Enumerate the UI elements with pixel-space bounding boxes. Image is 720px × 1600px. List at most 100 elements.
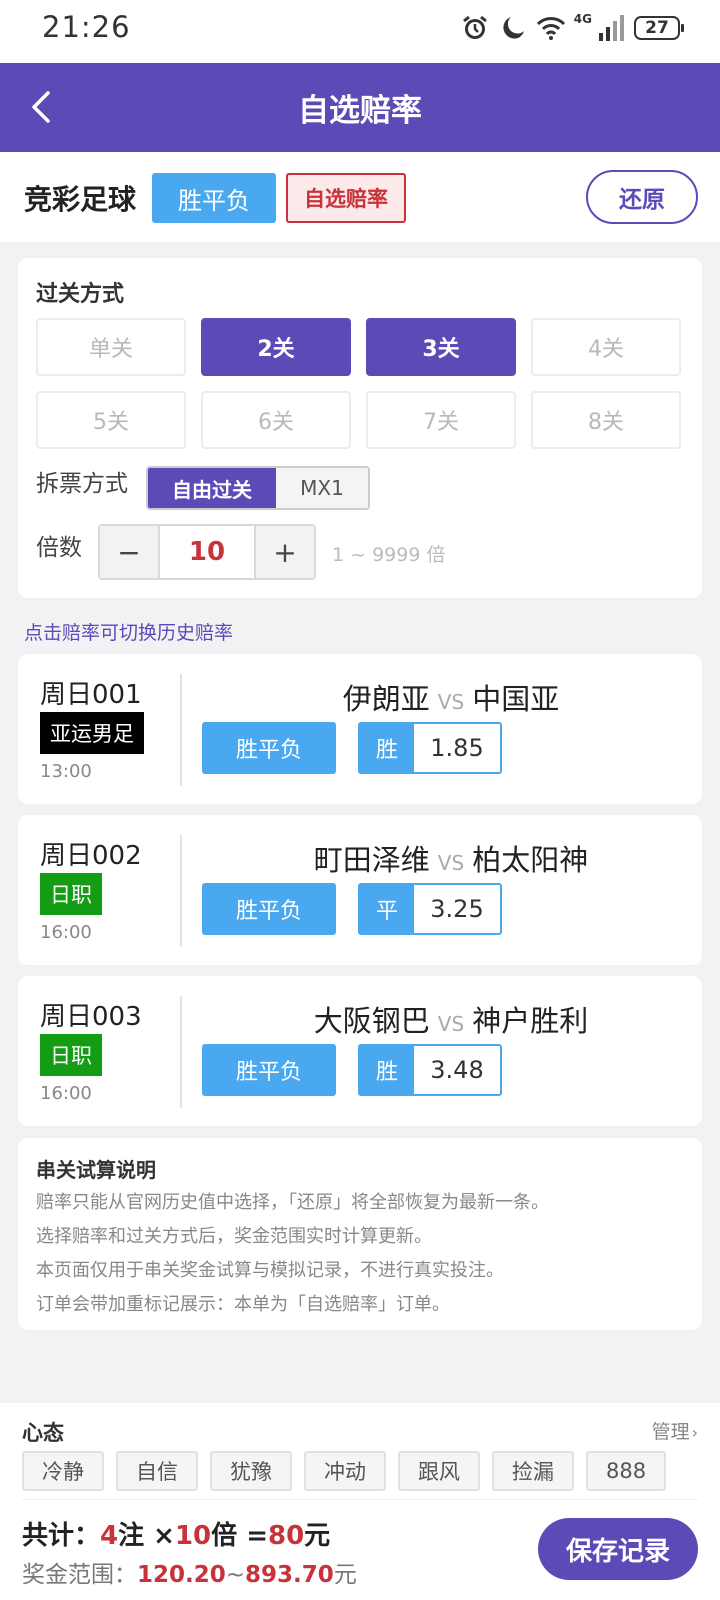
pass-option[interactable]: 2关 [201,318,351,376]
odds-selector[interactable]: 胜 3.48 [358,1044,502,1096]
mood-tag[interactable]: 冲动 [304,1451,386,1491]
pass-option[interactable]: 5关 [36,391,186,449]
bet-type-button[interactable]: 胜平负 [202,722,336,774]
page-title: 自选赔率 [298,93,422,129]
plus-button[interactable]: + [256,526,314,578]
prize-unit: 元 [333,1562,357,1588]
sub-header: 竞彩足球 胜平负 自选赔率 还原 [0,152,720,242]
info-line: 本页面仅用于串关奖金试算与模拟记录，不进行真实投注。 [36,1260,504,1281]
split-label: 拆票方式 [36,471,128,497]
minus-button[interactable]: − [100,526,158,578]
mood-tags: 冷静 自信 犹豫 冲动 跟风 捡漏 888 [22,1451,667,1491]
bet-type-button[interactable]: 胜平负 [202,1044,336,1096]
split-option-free[interactable]: 自由过关 [148,468,276,508]
sport-title: 竞彩足球 [24,183,137,216]
pass-option[interactable]: 7关 [366,391,516,449]
odds-value[interactable]: 3.48 [414,1046,500,1094]
multiple-stepper: − 10 + [98,524,316,580]
prize-min: 120.20 [137,1562,226,1588]
pass-title: 过关方式 [36,282,125,307]
away-team: 中国亚 [472,682,560,716]
multiple-input[interactable]: 10 [158,526,256,578]
odds-value[interactable]: 1.85 [414,724,500,772]
league-badge: 日职 [40,873,102,915]
network-type: 4G [573,12,592,26]
bet-type-button[interactable]: 胜平负 [202,883,336,935]
bottom-panel: 心态 管理 › 冷静 自信 犹豫 冲动 跟风 捡漏 888 共计：4注 ×10倍 … [0,1403,720,1600]
match-date: 周日002 [40,841,142,871]
status-time: 21:26 [42,10,131,44]
mood-tag[interactable]: 捡漏 [492,1451,574,1491]
away-team: 柏太阳神 [472,843,589,877]
league-badge: 亚运男足 [40,712,144,754]
pass-option[interactable]: 4关 [531,318,681,376]
match-teams: 町田泽维 VS 柏太阳神 [200,837,702,879]
vs-label: VS [437,851,465,875]
pass-option[interactable]: 3关 [366,318,516,376]
amount-unit: 元 [304,1521,331,1551]
match-card: 周日002 日职 16:00 町田泽维 VS 柏太阳神 胜平负 平 3.25 [18,815,702,965]
info-title: 串关试算说明 [36,1158,156,1182]
signal-icon [599,15,624,41]
home-team: 町田泽维 [313,843,430,877]
divider [180,674,182,786]
odds-value[interactable]: 3.25 [414,885,500,933]
odds-selector[interactable]: 胜 1.85 [358,722,502,774]
mood-tag[interactable]: 犹豫 [210,1451,292,1491]
vs-label: VS [437,1012,465,1036]
mood-tag[interactable]: 自信 [116,1451,198,1491]
info-line: 选择赔率和过关方式后，奖金范围实时计算更新。 [36,1226,432,1247]
home-team: 伊朗亚 [342,682,430,716]
mode-tag: 自选赔率 [286,173,406,223]
alarm-icon [462,15,487,39]
home-team: 大阪钢巴 [313,1004,430,1038]
mood-title: 心态 [22,1421,64,1445]
total-multiple: 10 [174,1521,212,1551]
info-line: 订单会带加重标记展示：本单为「自选赔率」订单。 [36,1294,450,1315]
mood-manage-link[interactable]: 管理 › [652,1417,698,1444]
match-teams: 大阪钢巴 VS 神户胜利 [200,998,702,1040]
bet-unit: 注 × [118,1521,175,1551]
pass-settings-card: 过关方式 单关 2关 3关 4关 5关 6关 7关 8关 拆票方式 自由过关 M… [18,258,702,598]
split-option-mx1[interactable]: MX1 [276,468,368,508]
pass-option[interactable]: 单关 [36,318,186,376]
battery-icon: 27 [634,16,684,40]
match-teams: 伊朗亚 VS 中国亚 [200,676,702,718]
league-badge: 日职 [40,1034,102,1076]
pass-option[interactable]: 6关 [201,391,351,449]
status-bar: 21:26 4G 27 [0,0,720,63]
prize-range: 奖金范围：120.20~893.70元 [22,1555,357,1589]
bet-count: 4 [100,1521,119,1551]
mood-tag[interactable]: 冷静 [22,1451,104,1491]
total-amount: 80 [267,1521,305,1551]
selection-label: 平 [360,885,414,933]
moon-icon [503,17,524,39]
match-date: 周日003 [40,1002,142,1032]
prize-max: 893.70 [245,1562,334,1588]
total-prefix: 共计： [22,1521,101,1551]
divider [180,996,182,1108]
prize-sep: ~ [225,1562,246,1588]
mood-tag[interactable]: 888 [586,1451,667,1491]
chevron-right-icon: › [691,1423,698,1442]
multiple-label: 倍数 [36,535,82,561]
nav-bar: 自选赔率 [0,63,720,152]
pass-option[interactable]: 8关 [531,391,681,449]
mood-tag[interactable]: 跟风 [398,1451,480,1491]
selection-label: 胜 [360,1046,414,1094]
match-time: 16:00 [40,922,92,943]
multiple-range: 1 ~ 9999 倍 [332,544,446,566]
status-icons: 4G 27 [460,12,684,44]
match-card: 周日003 日职 16:00 大阪钢巴 VS 神户胜利 胜平负 胜 3.48 [18,976,702,1126]
manage-label: 管理 [651,1421,690,1443]
wifi-icon [536,17,565,40]
info-card: 串关试算说明 赔率只能从官网历史值中选择，「还原」将全部恢复为最新一条。 选择赔… [18,1138,702,1330]
prize-label: 奖金范围： [22,1562,137,1588]
multiple-unit: 倍 = [211,1521,268,1551]
restore-button[interactable]: 还原 [586,170,698,224]
match-time: 13:00 [40,761,92,782]
split-toggle: 自由过关 MX1 [146,466,370,510]
save-record-button[interactable]: 保存记录 [538,1518,698,1580]
divider [22,1499,698,1500]
odds-selector[interactable]: 平 3.25 [358,883,502,935]
